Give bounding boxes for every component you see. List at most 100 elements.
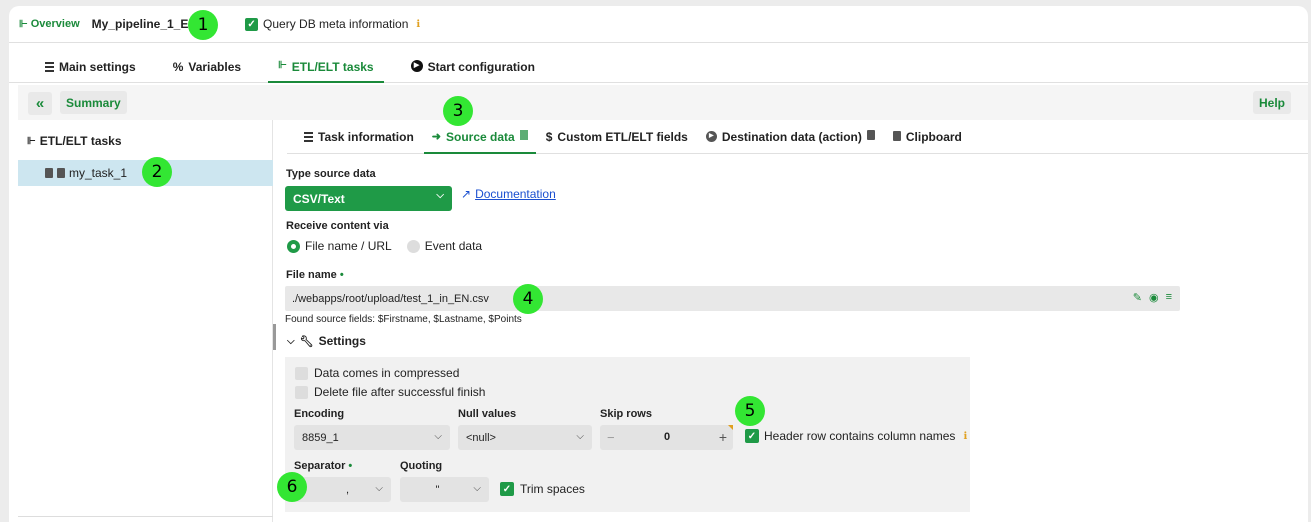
tab-label: Destination data (action): [721, 130, 862, 144]
null-values-select[interactable]: <null> ⌵: [458, 425, 592, 450]
compressed-label: Data comes in compressed: [314, 366, 460, 380]
annotation-marker-1: 1: [188, 10, 218, 40]
wand-icon[interactable]: ✎: [1133, 291, 1142, 304]
document-icon: [57, 168, 65, 178]
documentation-link[interactable]: ↗ Documentation: [461, 187, 556, 201]
task-tree-title-label: ETL/ELT tasks: [39, 134, 122, 148]
chevron-down-icon: ⌵: [473, 483, 481, 494]
tab-label: Custom ETL/ELT fields: [557, 130, 688, 144]
divider: [18, 516, 273, 517]
radio-event-data[interactable]: [406, 239, 420, 253]
quoting-label: Quoting: [400, 460, 443, 472]
tab-label: Source data: [446, 130, 515, 144]
tree-icon: ⊩: [19, 18, 28, 30]
quoting-value: ": [435, 483, 440, 496]
percent-icon: %: [172, 60, 184, 74]
tab-source-data[interactable]: ➜ Source data: [423, 120, 536, 154]
required-mark: •: [348, 460, 353, 472]
dollar-icon: $: [545, 130, 553, 144]
annotation-marker-2: 2: [142, 157, 172, 187]
skip-rows-stepper[interactable]: − 0 +: [600, 425, 733, 450]
settings-panel: Data comes in compressed Delete file aft…: [285, 357, 970, 512]
tab-label: ETL/ELT tasks: [291, 60, 374, 74]
radio-event-data-label: Event data: [424, 239, 483, 253]
encoding-select[interactable]: 8859_1 ⌵: [294, 425, 450, 450]
toolbar: « Summary Help: [18, 85, 1308, 120]
info-icon[interactable]: ℹ: [416, 19, 420, 30]
separator-select[interactable]: , ⌵: [294, 477, 391, 502]
help-button[interactable]: Help: [1253, 91, 1292, 114]
play-icon: ▶: [410, 60, 423, 72]
trim-spaces-checkbox[interactable]: ✓ Trim spaces: [500, 482, 585, 496]
skip-rows-value: 0: [664, 431, 671, 443]
query-db-checkbox[interactable]: ✓ Query DB meta information ℹ: [245, 17, 420, 31]
minus-button[interactable]: −: [607, 430, 615, 445]
null-values-value: <null>: [466, 431, 496, 444]
receive-options: File name / URL Event data: [287, 239, 482, 253]
header-row-checkbox[interactable]: ✓ Header row contains column names ℹ: [745, 429, 967, 443]
overview-link[interactable]: ⊩ Overview: [19, 18, 80, 30]
trim-spaces-label: Trim spaces: [520, 482, 585, 496]
play-icon: ▶: [705, 131, 717, 142]
settings-toggle[interactable]: ⌵ 🔧︎ Settings: [287, 334, 366, 348]
tab-destination-data[interactable]: ▶ Destination data (action): [698, 120, 883, 154]
receive-label: Receive content via: [286, 220, 389, 232]
task-tree-title: ⊩ ETL/ELT tasks: [27, 134, 122, 148]
document-icon: [866, 130, 875, 140]
tab-etl-elt-tasks[interactable]: ⊩ ETL/ELT tasks: [268, 52, 384, 83]
tab-clipboard[interactable]: Clipboard: [885, 120, 970, 154]
source-type-value: CSV/Text: [293, 191, 345, 206]
collapse-button[interactable]: «: [28, 92, 52, 115]
eye-icon[interactable]: ◉: [1149, 291, 1159, 304]
resize-handle[interactable]: [273, 324, 276, 350]
tab-main-settings[interactable]: Main settings: [35, 52, 146, 83]
corner-marker: [728, 425, 733, 430]
delete-file-checkbox[interactable]: Delete file after successful finish: [295, 385, 485, 399]
summary-button[interactable]: Summary: [60, 91, 127, 114]
tree-icon: ⊩: [278, 60, 287, 71]
chevron-down-icon: ⌵: [434, 431, 442, 442]
annotation-marker-4: 4: [513, 284, 543, 314]
documentation-label: Documentation: [475, 187, 556, 201]
compressed-checkbox[interactable]: Data comes in compressed: [295, 366, 459, 380]
separator-label-text: Separator: [294, 460, 346, 472]
tab-start-configuration[interactable]: ▶ Start configuration: [401, 52, 545, 83]
null-values-label: Null values: [458, 408, 517, 420]
tree-icon: ⊩: [27, 135, 36, 147]
menu-icon[interactable]: ≡: [1166, 291, 1172, 304]
file-name-input[interactable]: ./webapps/root/upload/test_1_in_EN.csv ✎…: [285, 286, 1180, 311]
chevron-down-icon: ⌵: [576, 431, 584, 442]
file-name-label-text: File name: [286, 269, 337, 281]
tab-variables[interactable]: % Variables: [163, 52, 251, 83]
type-source-label: Type source data: [286, 168, 376, 180]
plus-button[interactable]: +: [719, 429, 727, 445]
chevron-down-icon: ⌵: [287, 335, 295, 347]
radio-file-name[interactable]: [287, 239, 300, 253]
file-name-label: File name •: [286, 269, 344, 281]
radio-file-name-label: File name / URL: [305, 239, 392, 253]
info-icon[interactable]: ℹ: [963, 431, 967, 442]
tab-label: Task information: [318, 130, 414, 144]
document-icon: [45, 168, 53, 178]
tab-label: Clipboard: [905, 130, 962, 144]
required-mark: •: [339, 269, 344, 281]
tab-task-information[interactable]: Task information: [296, 120, 422, 154]
check-icon: ✓: [245, 17, 259, 31]
checkbox-box: [295, 366, 308, 380]
delete-file-label: Delete file after successful finish: [314, 385, 486, 399]
tab-label: Start configuration: [427, 60, 535, 74]
task-item-label: my_task_1: [69, 166, 128, 180]
encoding-value: 8859_1: [302, 431, 339, 444]
pipeline-name: My_pipeline_1_EN: [91, 17, 198, 31]
encoding-label: Encoding: [294, 408, 345, 420]
quoting-select[interactable]: " ⌵: [400, 477, 489, 502]
list-icon: [304, 132, 313, 142]
check-icon: ✓: [745, 429, 759, 443]
list-icon: [45, 62, 54, 72]
settings-title: Settings: [318, 334, 366, 348]
annotation-marker-6: 6: [277, 472, 307, 502]
overview-label: Overview: [30, 18, 80, 30]
wrench-icon: 🔧︎: [299, 335, 314, 348]
tab-custom-fields[interactable]: $ Custom ETL/ELT fields: [538, 120, 696, 154]
source-type-select[interactable]: CSV/Text ⌵: [285, 186, 452, 211]
